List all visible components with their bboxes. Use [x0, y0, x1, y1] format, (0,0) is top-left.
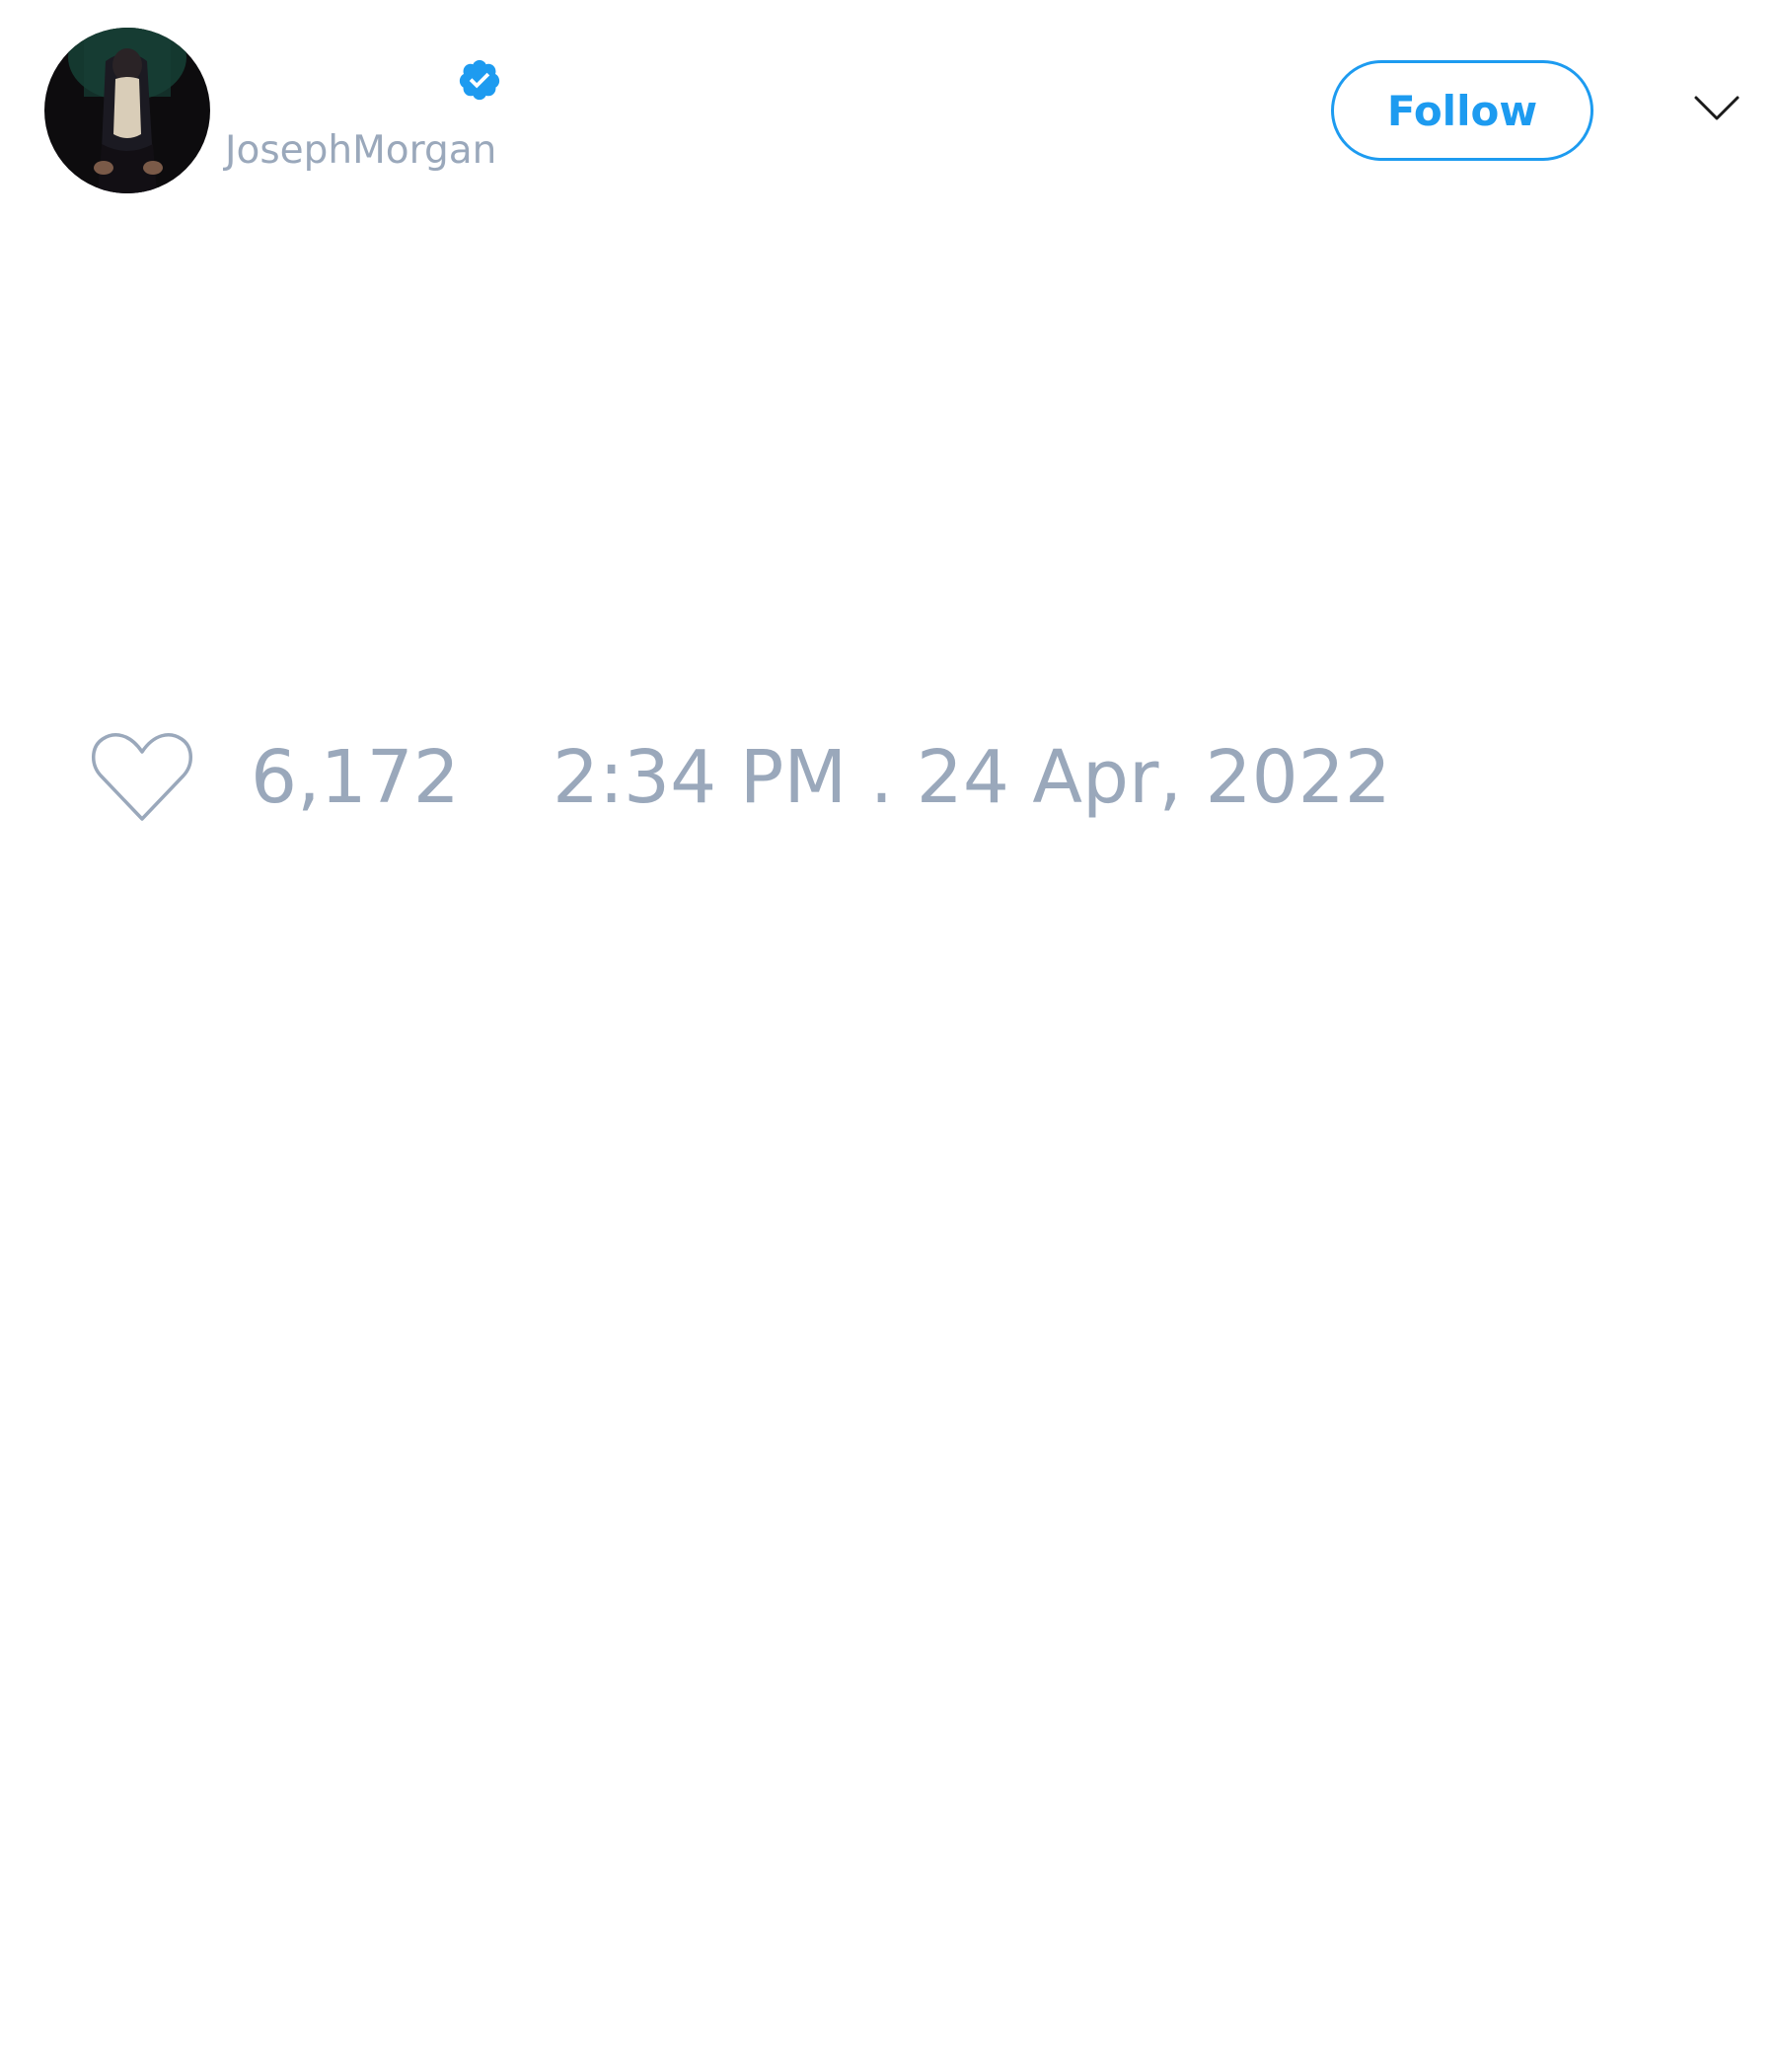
like-count: 6,172 [251, 735, 460, 820]
tweet-timestamp[interactable]: 2:34 PM . 24 Apr, 2022 [553, 728, 1391, 827]
avatar[interactable] [44, 28, 210, 193]
chevron-down-icon[interactable] [1693, 89, 1740, 130]
verified-badge-icon [457, 57, 502, 103]
author-handle[interactable]: JosephMorgan [225, 124, 496, 178]
avatar-photo [44, 28, 210, 193]
follow-button[interactable]: Follow [1331, 60, 1593, 161]
heart-outline-icon[interactable] [89, 730, 195, 825]
